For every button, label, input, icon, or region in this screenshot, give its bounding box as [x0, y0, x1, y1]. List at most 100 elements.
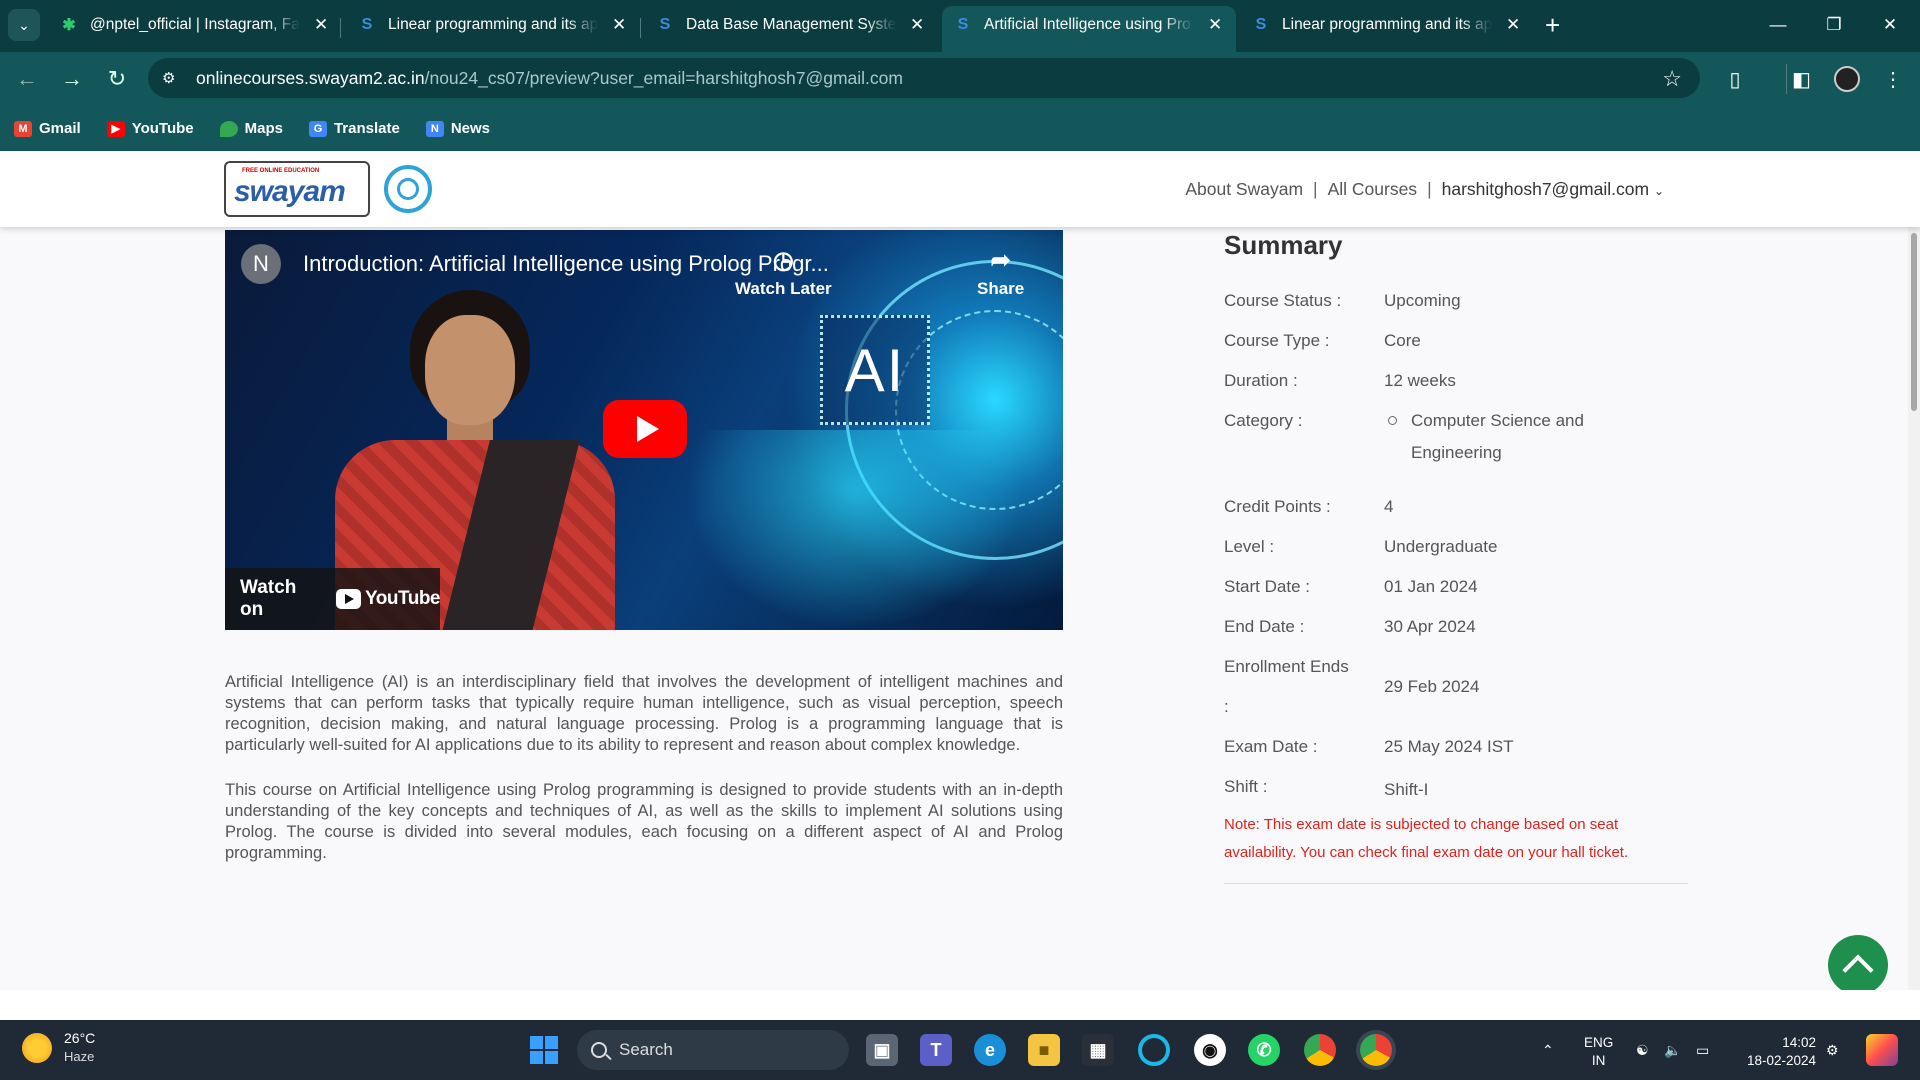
tab-dbms[interactable]: S Data Base Management Systen ✕: [644, 6, 936, 44]
back-button[interactable]: ←: [12, 64, 42, 94]
new-tab-button[interactable]: +: [1545, 10, 1560, 41]
bookmark-youtube[interactable]: ▶ YouTube: [106, 120, 194, 137]
windows-start-icon[interactable]: [530, 1036, 558, 1064]
channel-avatar[interactable]: N: [241, 244, 281, 284]
bookmark-star-icon[interactable]: ☆: [1662, 66, 1682, 92]
restore-button[interactable]: ❐: [1804, 0, 1864, 50]
taskbar-search[interactable]: Search: [577, 1030, 849, 1070]
tab-title: @nptel_official | Instagram, Fa: [90, 16, 300, 33]
tab-title: Linear programming and its ap: [388, 16, 598, 33]
course-description: Artificial Intelligence (AI) is an inter…: [225, 672, 1063, 888]
video-player[interactable]: AI N Introduction: Artificial Intelligen…: [225, 230, 1063, 630]
sun-haze-icon: [22, 1033, 52, 1063]
share-button[interactable]: ➦ Share: [977, 246, 1024, 299]
category-list: Computer Science and Engineering: [1384, 405, 1584, 497]
close-tab-icon[interactable]: ✕: [1208, 15, 1222, 35]
forward-button[interactable]: →: [57, 64, 87, 94]
enrollment-label-colon: :: [1224, 697, 1229, 716]
url-text[interactable]: onlinecourses.swayam2.ac.in/nou24_cs07/p…: [196, 68, 903, 89]
url-host: onlinecourses.swayam2.ac.in: [196, 67, 425, 88]
share-label: Share: [977, 279, 1025, 298]
lang-code: ENG: [1584, 1035, 1614, 1050]
summary-value: 01 Jan 2024: [1384, 577, 1478, 596]
summary-value: Core: [1384, 331, 1421, 350]
cortana-icon[interactable]: [1138, 1034, 1170, 1066]
github-icon[interactable]: ◉: [1194, 1034, 1226, 1066]
about-swayam-link[interactable]: About Swayam: [1185, 179, 1303, 200]
summary-divider: [1224, 883, 1688, 884]
bookmark-label: News: [450, 120, 491, 137]
battery-icon[interactable]: ▭: [1696, 1020, 1709, 1080]
chrome-icon[interactable]: [1304, 1034, 1336, 1066]
settings-gear-icon[interactable]: ⚙: [1826, 1020, 1839, 1080]
tab-nptel-instagram[interactable]: ✱ @nptel_official | Instagram, Fa ✕: [48, 6, 340, 44]
tab-linear-programming-2[interactable]: S Linear programming and its ap ✕: [1240, 6, 1532, 44]
summary-label: End Date :: [1224, 617, 1305, 636]
minimize-button[interactable]: —: [1748, 0, 1808, 50]
play-button[interactable]: [603, 400, 687, 458]
weather-widget[interactable]: 26°C Haze: [22, 1030, 95, 1066]
taskbar-search-label: Search: [619, 1040, 673, 1059]
teams-icon[interactable]: T: [920, 1034, 952, 1066]
ignou-logo[interactable]: [384, 165, 432, 213]
extensions-icon[interactable]: ▯: [1720, 64, 1750, 94]
watch-on-label: Watch on: [240, 577, 297, 620]
youtube-icon: ▶: [106, 120, 125, 137]
taskbar-clock[interactable]: 14:02 18-02-2024: [1736, 1034, 1816, 1070]
all-courses-link[interactable]: All Courses: [1328, 179, 1417, 200]
bookmark-gmail[interactable]: M Gmail: [14, 120, 81, 137]
copilot-icon[interactable]: [1866, 1034, 1898, 1066]
category-line: Engineering: [1411, 443, 1502, 462]
close-tab-icon[interactable]: ✕: [910, 15, 924, 35]
scrollbar-thumb[interactable]: [1911, 233, 1917, 411]
task-view-icon[interactable]: ▣: [866, 1034, 898, 1066]
tab-artificial-intelligence[interactable]: S Artificial Intelligence using Pro ✕: [942, 6, 1236, 52]
volume-icon[interactable]: 🔈: [1664, 1020, 1681, 1080]
enrollment-label-text: Enrollment Ends: [1224, 657, 1349, 676]
side-panel-icon[interactable]: ◧: [1786, 64, 1816, 94]
scroll-to-top-button[interactable]: [1828, 935, 1888, 995]
wifi-icon[interactable]: ☯: [1636, 1020, 1649, 1080]
summary-label: Course Status :: [1224, 291, 1342, 310]
news-icon: N: [425, 120, 444, 137]
site-info-icon[interactable]: ⚙: [162, 69, 188, 87]
bookmark-translate[interactable]: G Translate: [308, 120, 400, 137]
summary-label: Credit Points :: [1224, 497, 1331, 516]
language-indicator[interactable]: ENG IN: [1584, 1034, 1613, 1070]
show-hidden-icons[interactable]: ⌃: [1542, 1020, 1554, 1080]
watch-on-youtube-button[interactable]: Watch on YouTube: [225, 568, 440, 630]
bookmark-label: Maps: [244, 120, 283, 137]
file-explorer-icon[interactable]: ■: [1028, 1034, 1060, 1066]
address-bar[interactable]: ⚙ onlinecourses.swayam2.ac.in/nou24_cs07…: [148, 58, 1700, 98]
whatsapp-icon[interactable]: ✆: [1248, 1034, 1280, 1066]
swayam-logo-wordmark: swayam: [234, 175, 346, 208]
robot-hand-graphic: [685, 430, 1025, 630]
microsoft-store-icon[interactable]: ▦: [1082, 1034, 1114, 1066]
weather-condition: Haze: [64, 1049, 95, 1064]
close-tab-icon[interactable]: ✕: [612, 15, 626, 35]
play-icon: [637, 416, 659, 442]
summary-label: Course Type :: [1224, 331, 1330, 350]
close-window-button[interactable]: ✕: [1860, 0, 1920, 50]
browser-menu-icon[interactable]: ⋮: [1878, 64, 1908, 94]
swayam-logo[interactable]: FREE ONLINE EDUCATION swayam: [224, 161, 370, 217]
nav-separator: |: [1313, 179, 1318, 199]
profile-avatar[interactable]: [1832, 64, 1862, 94]
bookmark-maps[interactable]: Maps: [219, 120, 283, 137]
close-tab-icon[interactable]: ✕: [314, 15, 328, 35]
summary-label: Start Date :: [1224, 577, 1310, 596]
close-tab-icon[interactable]: ✕: [1506, 15, 1520, 35]
tab-title: Linear programming and its ap: [1282, 16, 1492, 33]
bookmark-news[interactable]: N News: [425, 120, 491, 137]
tab-search-button[interactable]: ⌄: [8, 9, 40, 41]
edge-icon[interactable]: e: [974, 1034, 1006, 1066]
page-scrollbar[interactable]: [1908, 227, 1920, 1017]
watch-later-button[interactable]: ◷ Watch Later: [735, 246, 832, 299]
description-paragraph: This course on Artificial Intelligence u…: [225, 781, 1063, 862]
nptel-star-icon: ✱: [62, 17, 76, 34]
chrome-active-icon[interactable]: [1360, 1034, 1392, 1066]
tab-linear-programming-1[interactable]: S Linear programming and its ap ✕: [346, 6, 638, 44]
user-menu[interactable]: harshitghosh7@gmail.com ⌄: [1442, 179, 1664, 200]
bookmark-label: YouTube: [131, 120, 194, 137]
reload-button[interactable]: ↻: [102, 64, 132, 94]
